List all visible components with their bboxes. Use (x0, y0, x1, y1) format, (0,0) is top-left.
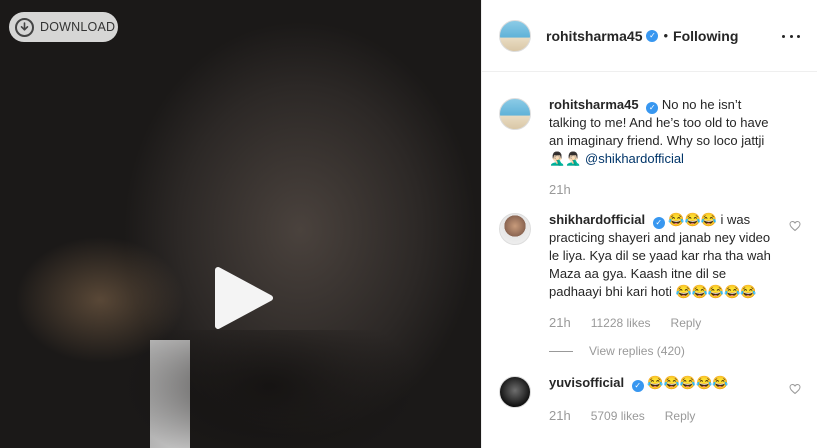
caption-username[interactable]: rohitsharma45 (549, 97, 639, 112)
view-replies-button[interactable]: View replies (420) (549, 344, 779, 358)
reply-button[interactable]: Reply (665, 409, 696, 423)
download-icon (15, 17, 34, 37)
comment-text: shikhardofficial ✓ 😂😂😂 i was practicing … (549, 211, 779, 301)
mention-link[interactable]: @shikhardofficial (585, 151, 684, 166)
heart-icon[interactable] (789, 383, 801, 395)
verified-badge-icon: ✓ (631, 380, 644, 392)
comment-meta: 21h 11228 likes Reply (549, 315, 779, 330)
following-button[interactable]: Following (673, 28, 738, 44)
comment-meta: 21h 5709 likes Reply (549, 408, 779, 423)
download-label: DOWNLOAD (40, 20, 116, 34)
separator-dot: • (663, 28, 669, 43)
post-header: rohitsharma45 ✓ • Following (482, 0, 817, 72)
timestamp[interactable]: 21h (549, 182, 571, 197)
avatar[interactable] (499, 19, 531, 52)
caption: rohitsharma45 ✓ No no he isn’t talking t… (499, 96, 801, 197)
verified-badge-icon: ✓ (652, 217, 665, 229)
caption-meta: 21h (549, 182, 779, 197)
comment-text: yuvisofficial ✓ 😂😂😂😂😂 (549, 374, 779, 392)
video-player[interactable]: DOWNLOAD (0, 0, 481, 448)
heart-icon[interactable] (789, 220, 801, 232)
comment-username[interactable]: yuvisofficial (549, 375, 624, 390)
likes-count[interactable]: 11228 likes (591, 316, 651, 330)
timestamp[interactable]: 21h (549, 315, 571, 330)
comment-body: 😂😂😂😂😂 (647, 375, 729, 390)
comments-list: rohitsharma45 ✓ No no he isn’t talking t… (482, 96, 817, 423)
divider (549, 350, 573, 352)
reply-button[interactable]: Reply (671, 316, 702, 330)
avatar[interactable] (499, 98, 531, 130)
video-frame-shadow (120, 330, 420, 448)
verified-badge-icon: ✓ (646, 102, 659, 114)
more-options-icon[interactable] (782, 27, 800, 45)
comment-username[interactable]: shikhardofficial (549, 212, 645, 227)
likes-count[interactable]: 5709 likes (591, 409, 645, 423)
header-username[interactable]: rohitsharma45 (546, 28, 642, 44)
list-item: shikhardofficial ✓ 😂😂😂 i was practicing … (499, 211, 801, 358)
avatar[interactable] (499, 213, 531, 245)
avatar[interactable] (499, 376, 531, 408)
caption-text: rohitsharma45 ✓ No no he isn’t talking t… (549, 96, 779, 168)
play-icon[interactable] (212, 266, 276, 330)
list-item: yuvisofficial ✓ 😂😂😂😂😂 21h 5709 likes Rep… (499, 374, 801, 423)
post-panel: rohitsharma45 ✓ • Following rohitsharma4… (481, 0, 817, 448)
timestamp[interactable]: 21h (549, 408, 571, 423)
verified-badge-icon: ✓ (646, 29, 659, 42)
view-replies-label: View replies (420) (589, 344, 685, 358)
download-button[interactable]: DOWNLOAD (9, 12, 118, 42)
